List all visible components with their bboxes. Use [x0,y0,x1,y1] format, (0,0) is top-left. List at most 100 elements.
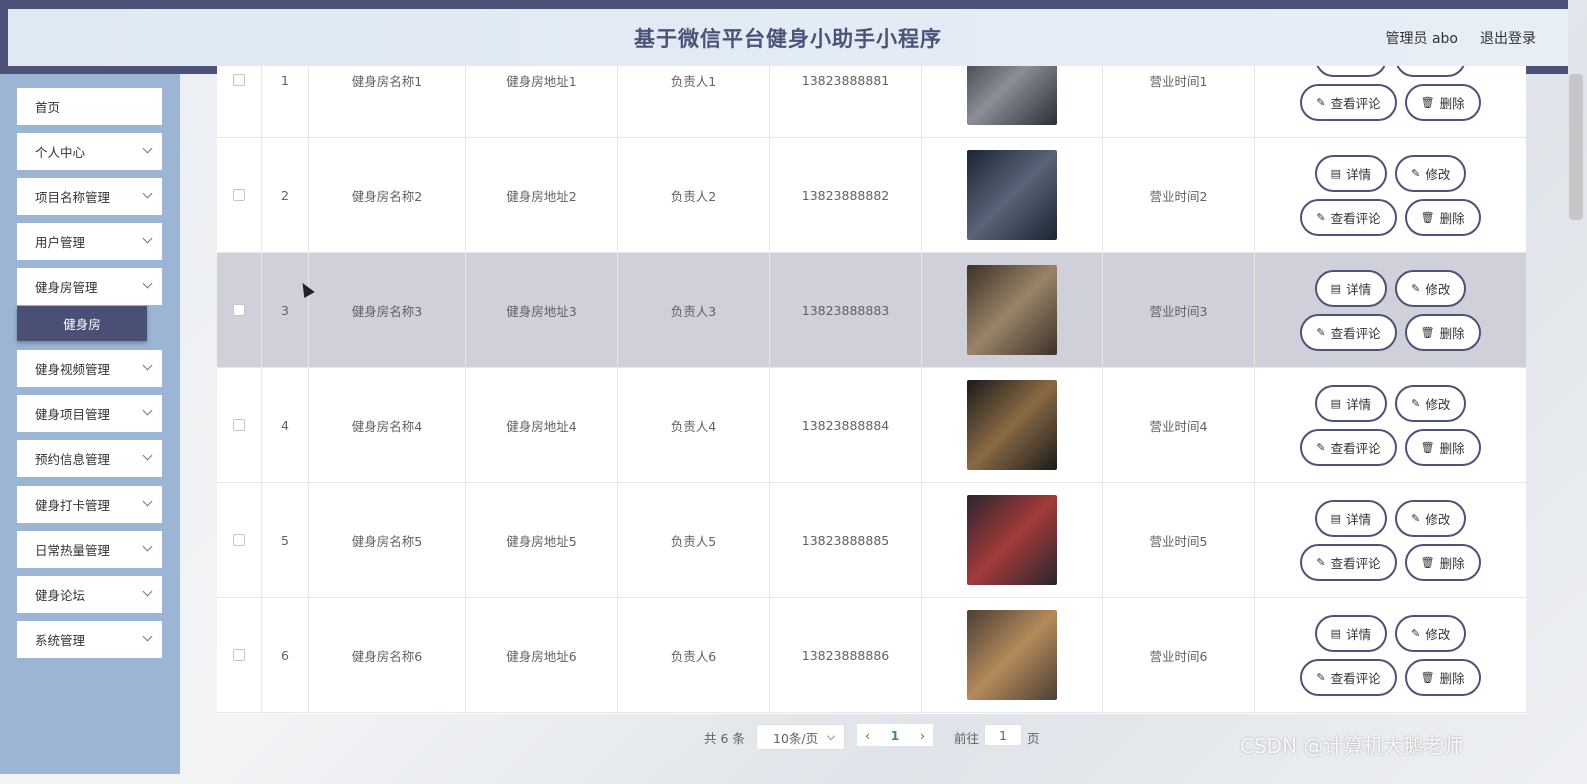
edit-icon: ✎ [1411,626,1421,640]
sidebar-item[interactable]: 项目名称管理 [17,178,162,215]
view-comments-button-label: 查看评论 [1330,440,1381,456]
view-comments-button[interactable]: ✎ 查看评论 [1300,198,1397,236]
edit-icon: ✎ [1316,555,1326,569]
gym-photo[interactable] [967,495,1057,585]
row-checkbox[interactable] [233,534,245,546]
logout-button[interactable]: 退出登录 [1480,28,1536,48]
view-comments-button[interactable]: ✎ 查看评论 [1300,658,1397,696]
delete-button[interactable]: 🗑 删除 [1404,198,1481,236]
view-comments-button[interactable]: ✎ 查看评论 [1300,313,1397,351]
scrollbar[interactable] [1569,74,1583,220]
gym-photo[interactable] [967,380,1057,470]
cell-actions: ▤详情 ✎修改 ✎查看评论🗑删除 [1255,66,1526,137]
edit-button[interactable]: ✎修改 [1395,269,1467,307]
cell-gym-phone: 13823888884 [770,368,922,482]
detail-button[interactable]: ▤详情 [1314,499,1388,537]
row-checkbox[interactable] [233,304,245,316]
detail-button[interactable]: ▤详情 [1314,269,1388,307]
edit-icon: ✎ [1411,281,1421,295]
edit-icon: ✎ [1411,511,1421,525]
edit-button[interactable]: ✎修改 [1395,154,1467,192]
delete-button[interactable]: 🗑 删除 [1404,543,1481,581]
delete-button[interactable]: 🗑 删除 [1404,83,1481,121]
row-checkbox[interactable] [233,189,245,201]
delete-button[interactable]: 🗑 删除 [1404,313,1481,351]
detail-button-label: 详情 [1346,281,1372,297]
gym-photo[interactable] [967,610,1057,700]
detail-button[interactable]: ▤详情 [1314,384,1388,422]
trash-icon: 🗑 [1420,210,1435,224]
cell-gym-manager: 负责人4 [618,368,770,482]
sidebar-item[interactable]: 健身房管理 [17,268,162,305]
row-actions: ▤详情 ✎修改 ✎ 查看评论 🗑 删除 [1300,66,1481,121]
row-checkbox[interactable] [233,649,245,661]
sidebar-item[interactable]: 用户管理 [17,223,162,260]
gym-table: 1 健身房名称1 健身房地址1 负责人1 13823888881 营业时间1 ▤ 详情 ✎ 修改 ✎… [217,66,1526,714]
row-index: 3 [281,302,289,318]
cell-actions: ▤详情✎修改 ✎查看评论🗑删除 [1255,138,1526,252]
sidebar-item-label: 健身视频管理 [35,362,111,377]
gym-manager: 负责人4 [670,418,717,434]
delete-button[interactable]: 🗑 删除 [1404,428,1481,466]
sidebar-item[interactable]: 预约信息管理 [17,440,162,477]
document-icon: ▤ [1330,626,1342,640]
sidebar-item[interactable]: 个人中心 [17,133,162,170]
detail-button[interactable]: ▤详情 [1314,154,1388,192]
table-row: 1健身房名称1健身房地址1负责人113823888881营业时间1▤详情✎修改✎… [217,66,1526,138]
cell-gym-manager: 负责人3 [618,253,770,367]
sidebar-item[interactable]: 健身项目管理 [17,395,162,432]
cell-gym-manager: 负责人6 [618,598,770,712]
goto-page-input[interactable]: 1 [984,724,1022,746]
edit-button[interactable]: ✎修改 [1395,384,1467,422]
gym-photo[interactable] [967,150,1057,240]
delete-button[interactable]: 🗑 删除 [1404,658,1481,696]
gym-photo[interactable] [967,265,1057,355]
gym-phone: 13823888881 [801,72,890,88]
cell-gym-phone: 13823888886 [770,598,922,712]
view-comments-button[interactable]: ✎ 查看评论 [1300,543,1397,581]
cell-actions: ▤详情✎修改 ✎查看评论🗑删除 [1255,598,1526,712]
edit-icon: ✎ [1316,325,1326,339]
gym-hours: 营业时间6 [1149,648,1208,664]
row-index: 5 [281,532,289,548]
current-page[interactable]: 1 [891,728,900,743]
gym-manager: 负责人2 [670,188,717,204]
sidebar-item[interactable]: 健身视频管理 [17,350,162,387]
sidebar-item[interactable]: 健身论坛 [17,576,162,613]
chevron-down-icon [826,731,836,741]
cell-select [217,368,262,482]
prev-page-icon[interactable]: ‹ [865,728,870,743]
chevron-down-icon [142,631,153,642]
sidebar-item[interactable]: 日常热量管理 [17,531,162,568]
detail-button[interactable]: ▤详情 [1314,66,1388,77]
next-page-icon[interactable]: › [920,728,925,743]
document-icon: ▤ [1330,396,1342,410]
edit-button-label: 修改 [1425,166,1451,182]
view-comments-button[interactable]: ✎ 查看评论 [1300,83,1397,121]
cell-gym-name: 健身房名称4 [309,368,466,482]
edit-button[interactable]: ✎修改 [1395,66,1467,77]
gym-phone: 13823888886 [801,647,890,663]
edit-icon: ✎ [1316,670,1326,684]
edit-button[interactable]: ✎修改 [1395,614,1467,652]
cell-gym-address: 健身房地址3 [466,253,618,367]
submenu-item-gym[interactable]: 健身房 [17,306,147,341]
detail-button[interactable]: ▤详情 [1314,614,1388,652]
sidebar-item-label: 健身房管理 [35,280,98,295]
gym-photo[interactable] [967,66,1057,125]
sidebar-item[interactable]: 首页 [17,88,162,125]
sidebar-item[interactable]: 系统管理 [17,621,162,658]
view-comments-button[interactable]: ✎ 查看评论 [1300,428,1397,466]
edit-button[interactable]: ✎修改 [1395,499,1467,537]
chevron-down-icon [142,278,153,289]
cell-gym-photo [922,66,1103,137]
row-checkbox[interactable] [233,419,245,431]
row-checkbox[interactable] [233,74,245,86]
cell-gym-photo [922,598,1103,712]
sidebar-item-label: 首页 [35,100,61,115]
page-size-select[interactable]: 10条/页 [756,724,845,750]
trash-icon: 🗑 [1420,440,1435,454]
goto-label: 前往 [954,731,980,746]
sidebar-item[interactable]: 健身打卡管理 [17,486,162,523]
view-comments-button-label: 查看评论 [1330,325,1381,341]
